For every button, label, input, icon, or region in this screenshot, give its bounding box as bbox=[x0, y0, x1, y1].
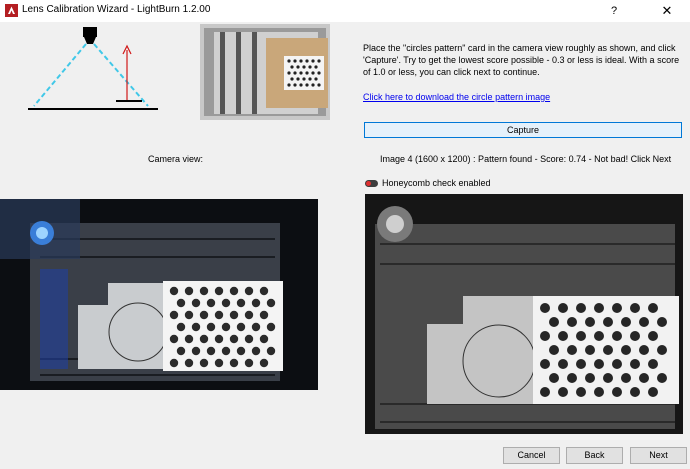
lightburn-logo-icon bbox=[5, 4, 18, 17]
download-pattern-link[interactable]: Click here to download the circle patter… bbox=[363, 92, 550, 102]
honeycomb-label: Honeycomb check enabled bbox=[382, 178, 491, 188]
window-title: Lens Calibration Wizard - LightBurn 1.2.… bbox=[22, 4, 211, 15]
status-text: Image 4 (1600 x 1200) : Pattern found - … bbox=[380, 154, 672, 164]
close-button[interactable]: ✕ bbox=[654, 1, 680, 21]
camera-view-label: Camera view: bbox=[148, 154, 204, 164]
next-button[interactable]: Next bbox=[630, 447, 687, 464]
cancel-button[interactable]: Cancel bbox=[503, 447, 560, 464]
honeycomb-check-row: Honeycomb check enabled bbox=[365, 178, 491, 188]
help-button[interactable]: ? bbox=[604, 1, 624, 21]
back-button[interactable]: Back bbox=[566, 447, 623, 464]
camera-diagram bbox=[28, 27, 158, 110]
instructions-text: Place the "circles pattern" card in the … bbox=[363, 43, 680, 77]
sample-camera-image bbox=[200, 24, 330, 120]
capture-button[interactable]: Capture bbox=[364, 122, 682, 138]
toggle-knob bbox=[366, 180, 371, 186]
camera-view-live bbox=[0, 199, 318, 390]
honeycomb-toggle[interactable] bbox=[365, 179, 378, 187]
title-bar: Lens Calibration Wizard - LightBurn 1.2.… bbox=[0, 0, 690, 22]
captured-image bbox=[365, 194, 683, 434]
